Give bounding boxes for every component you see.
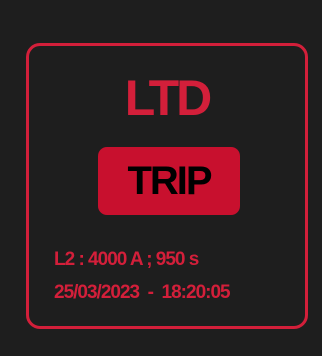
trip-timestamp: 25/03/2023 - 18:20:05 bbox=[54, 282, 231, 303]
trip-detail-text: L2 : 4000 A ; 950 s bbox=[54, 249, 199, 270]
status-badge: TRIP bbox=[98, 147, 240, 215]
trip-status-panel: LTD TRIP L2 : 4000 A ; 950 s 25/03/2023 … bbox=[26, 43, 308, 329]
status-badge-label: TRIP bbox=[127, 159, 212, 203]
protection-type-title: LTD bbox=[124, 70, 212, 126]
